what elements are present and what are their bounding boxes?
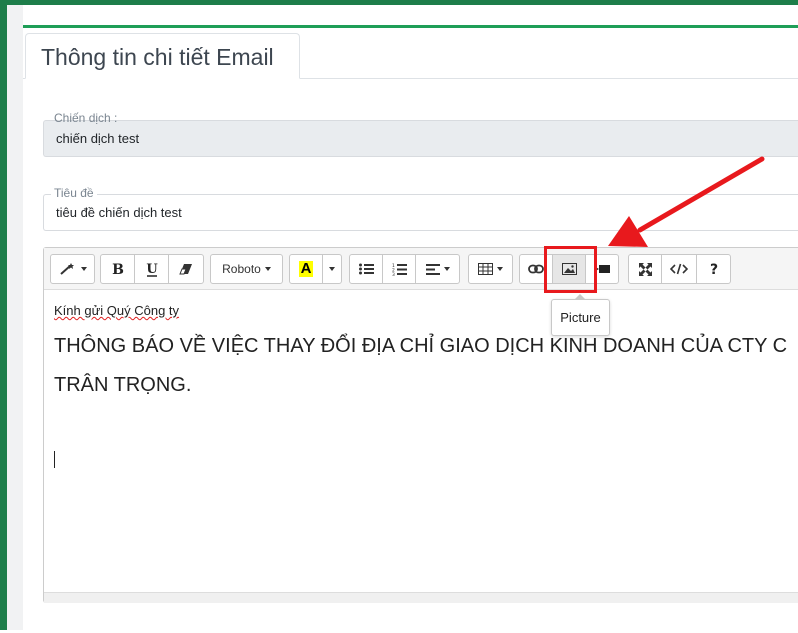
underline-button[interactable]: U — [134, 254, 169, 284]
align-icon — [425, 263, 440, 275]
subject-label: Tiêu đề — [51, 186, 97, 200]
code-view-button[interactable] — [661, 254, 697, 284]
font-family-dropdown[interactable]: Roboto — [210, 254, 283, 284]
editor-toolbar: B U Roboto A 1 2 3 ? — [44, 248, 798, 290]
chevron-down-icon — [264, 267, 271, 271]
help-button[interactable]: ? — [696, 254, 731, 284]
eraser-icon — [179, 263, 193, 275]
code-view-icon — [670, 263, 688, 275]
table-dropdown[interactable] — [468, 254, 513, 284]
annotation-highlight-box — [544, 246, 597, 293]
left-accent-bar — [0, 0, 7, 630]
picture-tooltip: Picture — [551, 294, 610, 336]
closing-line: TRÂN TRỌNG. — [54, 374, 192, 396]
style-button[interactable] — [50, 254, 95, 284]
font-color-icon: A — [298, 260, 314, 277]
ordered-list-button[interactable]: 123 — [382, 254, 416, 284]
chevron-down-icon — [329, 267, 335, 271]
chevron-down-icon — [80, 267, 87, 271]
campaign-field: chiến dịch test — [43, 120, 798, 157]
email-detail-panel: Thông tin chi tiết Email chiến dịch test… — [23, 25, 798, 633]
svg-text:B: B — [112, 262, 124, 276]
text-color-button[interactable]: A — [289, 254, 323, 284]
notice-line: THÔNG BÁO VỀ VIỆC THAY ĐỔI ĐỊA CHỈ GIAO … — [54, 335, 788, 357]
bold-icon: B — [111, 262, 125, 276]
bold-button[interactable]: B — [100, 254, 135, 284]
top-accent-bar — [0, 0, 798, 5]
chevron-down-icon — [497, 267, 503, 271]
table-icon — [478, 263, 493, 275]
font-family-label: Roboto — [222, 262, 261, 276]
campaign-label: Chiến dịch : — [54, 111, 118, 125]
text-color-dropdown[interactable] — [322, 254, 342, 284]
svg-text:3: 3 — [392, 272, 395, 276]
editor-resize-bar[interactable] — [44, 592, 798, 603]
fullscreen-icon — [638, 262, 652, 276]
underline-icon: U — [145, 262, 159, 277]
subject-input[interactable]: tiêu đề chiến dịch test — [43, 194, 798, 231]
campaign-value: chiến dịch test — [56, 131, 140, 146]
page-title: Thông tin chi tiết Email — [41, 44, 274, 70]
rich-text-editor: B U Roboto A 1 2 3 ? Kính gửi Quý Công t… — [43, 247, 798, 603]
chevron-down-icon — [443, 267, 450, 271]
paragraph-align-dropdown[interactable] — [415, 254, 460, 284]
fullscreen-button[interactable] — [628, 254, 662, 284]
subject-value: tiêu đề chiến dịch test — [56, 205, 182, 220]
help-icon: ? — [709, 262, 719, 276]
tab-email-detail[interactable]: Thông tin chi tiết Email — [25, 33, 300, 79]
tooltip-text: Picture — [560, 310, 601, 325]
ordered-list-icon: 123 — [392, 263, 407, 276]
magic-icon — [59, 262, 77, 276]
editor-content[interactable]: Kính gửi Quý Công ty THÔNG BÁO VỀ VIỆC T… — [44, 290, 798, 592]
greeting-line: Kính gửi Quý Công ty — [54, 303, 180, 318]
link-icon — [528, 264, 544, 274]
page-gutter — [7, 5, 23, 630]
text-cursor — [54, 451, 55, 468]
unordered-list-button[interactable] — [349, 254, 383, 284]
clear-format-button[interactable] — [168, 254, 204, 284]
unordered-list-icon — [358, 263, 374, 275]
svg-text:U: U — [146, 262, 158, 277]
svg-text:?: ? — [709, 262, 717, 276]
